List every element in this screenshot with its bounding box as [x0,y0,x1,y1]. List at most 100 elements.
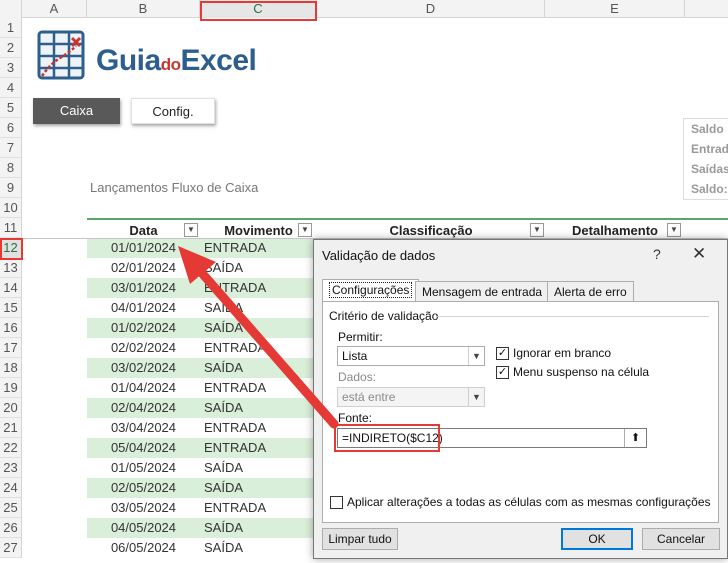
cell-date[interactable]: 01/01/2024 [87,238,200,258]
row-header[interactable]: 2 [0,38,22,58]
row-header[interactable]: 7 [0,138,22,158]
row-header[interactable]: 19 [0,378,22,398]
cell-movement[interactable]: ENTRADA [204,238,314,258]
cancel-button[interactable]: Cancelar [642,528,720,550]
row-header[interactable]: 15 [0,298,22,318]
allow-select-value: Lista [342,349,368,363]
row-header[interactable]: 17 [0,338,22,358]
logo-word-do: do [160,55,181,74]
select-all-corner[interactable] [0,0,22,18]
column-header-e[interactable]: E [545,0,685,18]
row-header[interactable]: 11 [0,218,22,238]
saidas-label: Saídas [691,162,728,176]
saldo-summary-panel: Saldo Entrad Saídas Saldo: [683,118,728,200]
allow-select[interactable]: Lista ▼ [337,346,485,366]
filter-dropdown-icon[interactable]: ▼ [530,223,544,237]
logo-word-excel: Excel [180,44,257,77]
column-header-a[interactable]: A [22,0,87,18]
cell-date[interactable]: 04/05/2024 [87,518,200,538]
in-cell-dropdown-label[interactable]: Menu suspenso na célula [513,365,649,379]
help-icon[interactable]: ? [653,246,661,262]
cell-movement[interactable]: SAÍDA [204,318,314,338]
row-header[interactable]: 14 [0,278,22,298]
cell-date[interactable]: 03/04/2024 [87,418,200,438]
cell-movement[interactable]: SAÍDA [204,518,314,538]
filter-dropdown-icon[interactable]: ▼ [184,223,198,237]
clear-all-button[interactable]: Limpar tudo [322,528,398,550]
row-header[interactable]: 22 [0,438,22,458]
tab-alerta-de-erro[interactable]: Alerta de erro [547,281,634,301]
criteria-label: Critério de validação [329,309,439,323]
saldo-label: Saldo [691,122,724,136]
row-header[interactable]: 23 [0,458,22,478]
cell-movement[interactable]: SAÍDA [204,398,314,418]
column-header-b[interactable]: B [87,0,200,18]
cell-date[interactable]: 02/01/2024 [87,258,200,278]
collapse-dialog-icon[interactable]: ⬆ [624,429,646,447]
cell-movement[interactable]: SAÍDA [204,258,314,278]
filter-dropdown-icon[interactable]: ▼ [298,223,312,237]
cell-movement[interactable]: ENTRADA [204,418,314,438]
cell-movement[interactable]: ENTRADA [204,498,314,518]
row-header[interactable]: 6 [0,118,22,138]
column-header-d[interactable]: D [317,0,545,18]
tab-configuracoes[interactable]: Configurações [322,279,420,301]
row-header[interactable]: 10 [0,198,22,218]
chevron-down-icon[interactable]: ▼ [468,347,484,365]
cell-date[interactable]: 06/05/2024 [87,538,200,558]
row-header[interactable]: 21 [0,418,22,438]
close-icon[interactable]: ✕ [692,244,706,264]
cell-date[interactable]: 01/02/2024 [87,318,200,338]
cell-movement[interactable]: ENTRADA [204,438,314,458]
guia-do-excel-logo: GuiadoExcel [36,28,306,90]
cell-movement[interactable]: SAÍDA [204,538,314,558]
row-header[interactable]: 16 [0,318,22,338]
header-classificacao: Classificação [389,223,473,238]
apply-all-label[interactable]: Aplicar alterações a todas as células co… [347,495,711,509]
row-header[interactable]: 20 [0,398,22,418]
cell-movement[interactable]: ENTRADA [204,378,314,398]
column-header-f[interactable] [685,0,728,18]
cell-date[interactable]: 03/01/2024 [87,278,200,298]
cell-movement[interactable]: SAÍDA [204,478,314,498]
cell-movement[interactable]: ENTRADA [204,338,314,358]
row-header[interactable]: 8 [0,158,22,178]
in-cell-dropdown-checkbox[interactable]: ✓ [496,366,509,379]
cell-date[interactable]: 03/02/2024 [87,358,200,378]
apply-all-checkbox[interactable] [330,496,343,509]
caixa-button[interactable]: Caixa [33,98,120,124]
row-header[interactable]: 4 [0,78,22,98]
cell-date[interactable]: 03/05/2024 [87,498,200,518]
cell-date[interactable]: 05/04/2024 [87,438,200,458]
criteria-divider [437,316,709,317]
row-header[interactable]: 5 [0,98,22,118]
table-header: Data ▼ Movimento ▼ Classificação ▼ Detal… [87,218,728,240]
saldo-final-label: Saldo: [691,182,728,196]
cell-date[interactable]: 02/04/2024 [87,398,200,418]
cell-movement[interactable]: ENTRADA [204,278,314,298]
config-button[interactable]: Config. [131,98,215,124]
row-header[interactable]: 1 [0,18,22,38]
cell-date[interactable]: 02/02/2024 [87,338,200,358]
cell-date[interactable]: 01/05/2024 [87,458,200,478]
cell-movement[interactable]: SAÍDA [204,458,314,478]
cell-movement[interactable]: SAÍDA [204,298,314,318]
ok-button[interactable]: OK [561,528,633,550]
row-header[interactable]: 24 [0,478,22,498]
row-header[interactable]: 9 [0,178,22,198]
ignore-blank-checkbox[interactable]: ✓ [496,347,509,360]
row-header[interactable]: 18 [0,358,22,378]
row-header[interactable]: 25 [0,498,22,518]
ignore-blank-label[interactable]: Ignorar em branco [513,346,611,360]
data-select: está entre ▼ [337,387,485,407]
cell-date[interactable]: 02/05/2024 [87,478,200,498]
row-header[interactable]: 13 [0,258,22,278]
row-header[interactable]: 3 [0,58,22,78]
cell-movement[interactable]: SAÍDA [204,358,314,378]
filter-dropdown-icon[interactable]: ▼ [667,223,681,237]
cell-date[interactable]: 01/04/2024 [87,378,200,398]
cell-date[interactable]: 04/01/2024 [87,298,200,318]
tab-mensagem-de-entrada[interactable]: Mensagem de entrada [415,281,550,301]
row-header[interactable]: 26 [0,518,22,538]
row-header[interactable]: 27 [0,538,22,558]
